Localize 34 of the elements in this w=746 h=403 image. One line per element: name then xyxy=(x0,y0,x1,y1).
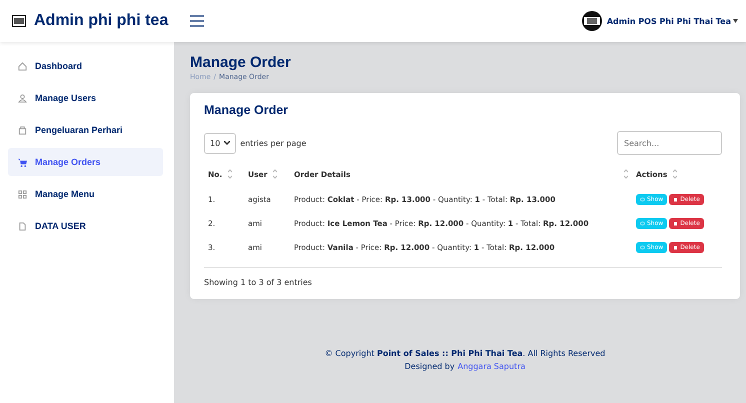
sidebar-item[interactable]: Manage Orders xyxy=(8,148,163,176)
entries-label: entries per page xyxy=(240,138,306,148)
brand-title[interactable]: Admin phi phi tea xyxy=(34,12,168,30)
designed-by-text: Designed by xyxy=(404,362,455,371)
avatar-icon xyxy=(580,10,603,32)
bag-icon xyxy=(18,126,27,134)
sidebar-item[interactable]: DATA USER xyxy=(8,212,163,240)
logo-icon xyxy=(12,15,26,27)
user-icon xyxy=(18,94,27,102)
designer-link[interactable]: Anggara Saputra xyxy=(458,362,526,371)
sidebar-item[interactable]: Dashboard xyxy=(8,52,163,80)
cart-icon xyxy=(18,158,27,166)
page-title: Manage Order xyxy=(190,54,292,71)
trash-icon xyxy=(673,196,678,202)
trash-icon xyxy=(673,244,678,250)
chevron-icon xyxy=(224,141,230,145)
sidebar-item[interactable]: Manage Menu xyxy=(8,180,163,208)
search-field[interactable]: Search... xyxy=(617,131,722,155)
home-icon xyxy=(18,62,27,70)
entries-select[interactable]: 10 xyxy=(204,132,236,154)
menu-icon xyxy=(190,15,204,27)
sidebar-item[interactable]: Pengeluaran Perhari xyxy=(8,116,163,144)
trash-icon xyxy=(673,220,678,226)
user-name[interactable]: Admin POS Phi Phi Thai Tea xyxy=(606,16,731,26)
file-icon xyxy=(18,222,27,230)
card-title: Manage Order xyxy=(204,103,290,117)
sidebar-item[interactable]: Manage Users xyxy=(8,84,163,112)
caret-icon xyxy=(733,19,738,23)
eye-icon xyxy=(640,220,645,226)
entries-info: Showing 1 to 3 of 3 entries xyxy=(204,267,722,287)
eye-icon xyxy=(640,196,645,202)
grid-icon xyxy=(18,190,27,198)
copyright-text: © Copyright Point of Sales :: Phi Phi Thai Tea. All Rights Reserved xyxy=(324,349,606,358)
eye-icon xyxy=(640,244,645,250)
